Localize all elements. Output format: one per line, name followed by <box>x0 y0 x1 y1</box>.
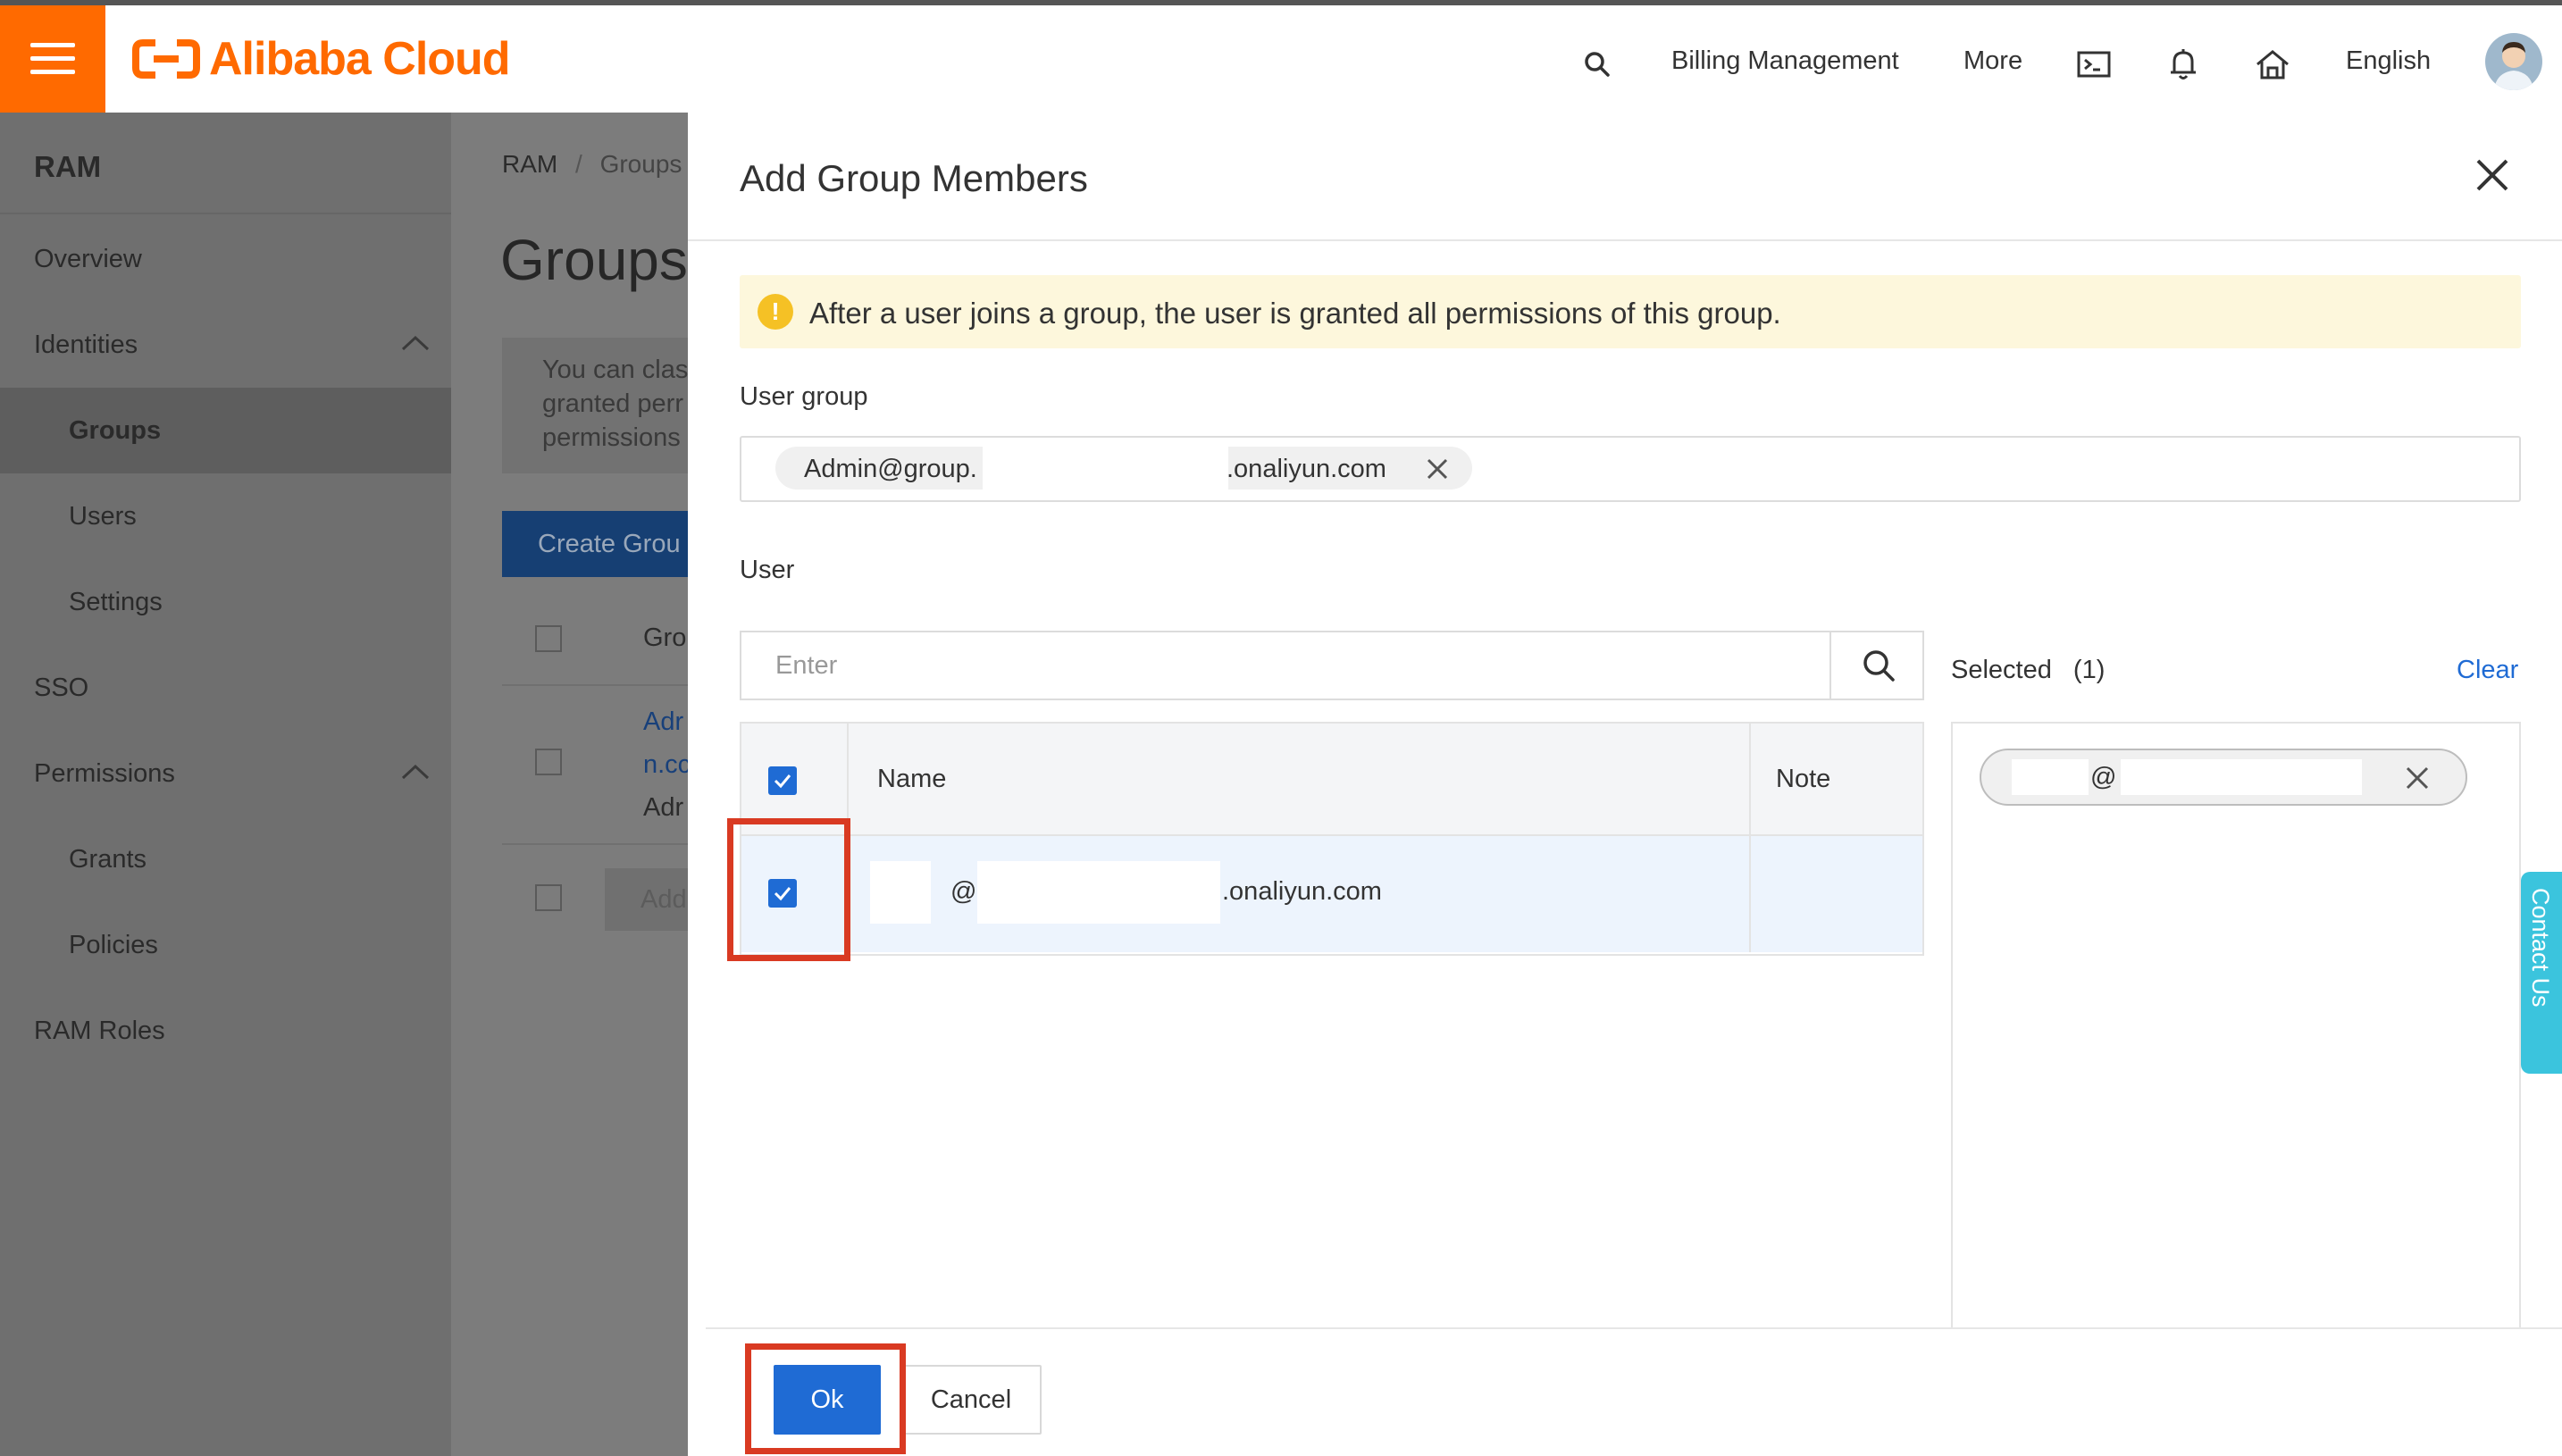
search-icon[interactable] <box>1578 45 1617 84</box>
column-header-note: Note <box>1776 765 1831 793</box>
sidebar-item-groups[interactable]: Groups <box>69 416 161 446</box>
contact-us-label: Contact Us <box>2527 888 2554 1008</box>
checkmark-icon <box>774 774 791 789</box>
breadcrumb-current: Groups <box>599 150 682 178</box>
warning-icon: ! <box>758 294 793 330</box>
user-label: User <box>740 556 795 584</box>
group-name-link[interactable]: Adr <box>643 707 683 737</box>
sidebar-item-settings[interactable]: Settings <box>69 588 163 617</box>
sidebar-divider <box>0 213 451 214</box>
user-group-field[interactable]: Admin@group. .onaliyun.com <box>740 436 2521 502</box>
panel-title: Add Group Members <box>740 157 1088 199</box>
selected-label: Selected <box>1951 656 2052 684</box>
sidebar-item-permissions[interactable]: Permissions <box>34 759 175 789</box>
sidebar-title: RAM <box>34 150 102 183</box>
redacted-block <box>2012 759 2089 795</box>
cancel-button[interactable]: Cancel <box>900 1365 1042 1435</box>
select-all-checkbox[interactable] <box>768 766 797 795</box>
breadcrumb: RAM / Groups <box>502 150 682 179</box>
billing-management-link[interactable]: Billing Management <box>1671 46 1899 76</box>
highlight-box-ok <box>745 1343 906 1454</box>
table-row[interactable]: @ .onaliyun.com <box>741 836 1922 952</box>
info-line: granted perr <box>542 389 683 418</box>
close-icon[interactable] <box>2473 155 2512 195</box>
footer-divider <box>706 1327 2562 1329</box>
logo-text: Alibaba Cloud <box>209 33 511 85</box>
group-display-name: Adr <box>643 793 684 822</box>
info-line: permissions <box>542 423 681 452</box>
selected-count: (1) <box>2072 656 2106 684</box>
breadcrumb-root[interactable]: RAM <box>502 150 557 178</box>
row-divider <box>502 684 688 686</box>
remove-tag-icon[interactable] <box>1426 457 1449 481</box>
create-group-button[interactable]: Create Grou <box>502 511 688 577</box>
group-tag-prefix: Admin@group. <box>804 455 977 483</box>
column-header-name: Name <box>877 765 947 793</box>
chevron-up-icon[interactable] <box>400 334 431 356</box>
user-at-sign: @ <box>950 877 977 906</box>
menu-button[interactable] <box>0 5 105 113</box>
sidebar-active-highlight <box>0 388 451 473</box>
user-table: Name Note @ .onaliyun.com <box>740 722 1924 956</box>
alibaba-logo-icon <box>132 38 200 80</box>
user-avatar[interactable] <box>2485 33 2542 90</box>
add-to-group-button[interactable]: Add <box>605 868 688 931</box>
more-menu[interactable]: More <box>1963 46 2022 76</box>
user-search-box <box>740 631 1924 700</box>
sidebar: RAM Overview Identities Groups Users Set… <box>0 113 451 1456</box>
redacted-block <box>983 447 1228 490</box>
clear-selection-link[interactable]: Clear <box>2457 656 2518 685</box>
alibaba-cloud-logo[interactable]: Alibaba Cloud <box>132 32 511 86</box>
top-navigation-bar: Alibaba Cloud Billing Management More En… <box>0 0 2562 113</box>
main-content: RAM / Groups Groups You can clas granted… <box>451 113 688 1456</box>
info-line: You can clas <box>542 356 688 384</box>
row-divider <box>502 843 688 845</box>
group-tag: Admin@group. .onaliyun.com <box>775 447 1472 490</box>
group-name-link[interactable]: n.cc <box>643 750 688 780</box>
contact-us-tab[interactable]: Contact Us <box>2521 872 2562 1074</box>
redacted-block <box>870 861 931 924</box>
redacted-block <box>977 861 1220 924</box>
sidebar-item-identities[interactable]: Identities <box>34 331 138 360</box>
language-selector[interactable]: English <box>2346 46 2431 76</box>
group-tag-suffix: .onaliyun.com <box>1227 455 1386 483</box>
warning-alert: ! After a user joins a group, the user i… <box>740 275 2521 348</box>
sidebar-item-overview[interactable]: Overview <box>34 245 142 274</box>
selected-users-box: @ <box>1951 722 2521 1329</box>
remove-selected-icon[interactable] <box>2405 766 2430 795</box>
user-search-input[interactable] <box>741 632 1829 699</box>
row-checkbox[interactable] <box>535 749 562 775</box>
hamburger-icon <box>30 43 75 75</box>
sidebar-item-users[interactable]: Users <box>69 502 137 531</box>
table-header: Name Note <box>741 724 1922 836</box>
sidebar-item-policies[interactable]: Policies <box>69 931 158 960</box>
home-icon[interactable] <box>2253 45 2292 84</box>
sidebar-item-ram-roles[interactable]: RAM Roles <box>34 1017 165 1046</box>
add-group-members-panel: Add Group Members ! After a user joins a… <box>688 113 2562 1456</box>
selected-user-at: @ <box>2090 763 2117 791</box>
bell-icon[interactable] <box>2164 45 2203 84</box>
search-button[interactable] <box>1829 632 1926 699</box>
terminal-icon[interactable] <box>2074 45 2114 84</box>
bulk-select-checkbox[interactable] <box>535 884 562 911</box>
select-all-checkbox[interactable] <box>535 625 562 652</box>
highlight-box-checkbox <box>727 818 850 961</box>
sidebar-item-sso[interactable]: SSO <box>34 674 88 703</box>
selected-user-tag: @ <box>1980 749 2467 806</box>
column-header-group: Gro <box>643 623 687 652</box>
info-box: You can clas granted perr permissions <box>502 338 688 473</box>
user-domain: .onaliyun.com <box>1222 877 1382 906</box>
page-title: Groups <box>500 228 688 292</box>
sidebar-item-grants[interactable]: Grants <box>69 845 147 874</box>
selected-count-label: Selected (1) <box>1951 656 2105 685</box>
alert-message: After a user joins a group, the user is … <box>809 297 1781 330</box>
user-group-label: User group <box>740 382 868 411</box>
breadcrumb-separator: / <box>575 150 582 178</box>
chevron-up-icon[interactable] <box>400 763 431 785</box>
redacted-block <box>2121 759 2362 795</box>
search-icon <box>1863 650 1895 682</box>
title-divider <box>688 239 2562 241</box>
column-divider <box>1749 724 1751 952</box>
